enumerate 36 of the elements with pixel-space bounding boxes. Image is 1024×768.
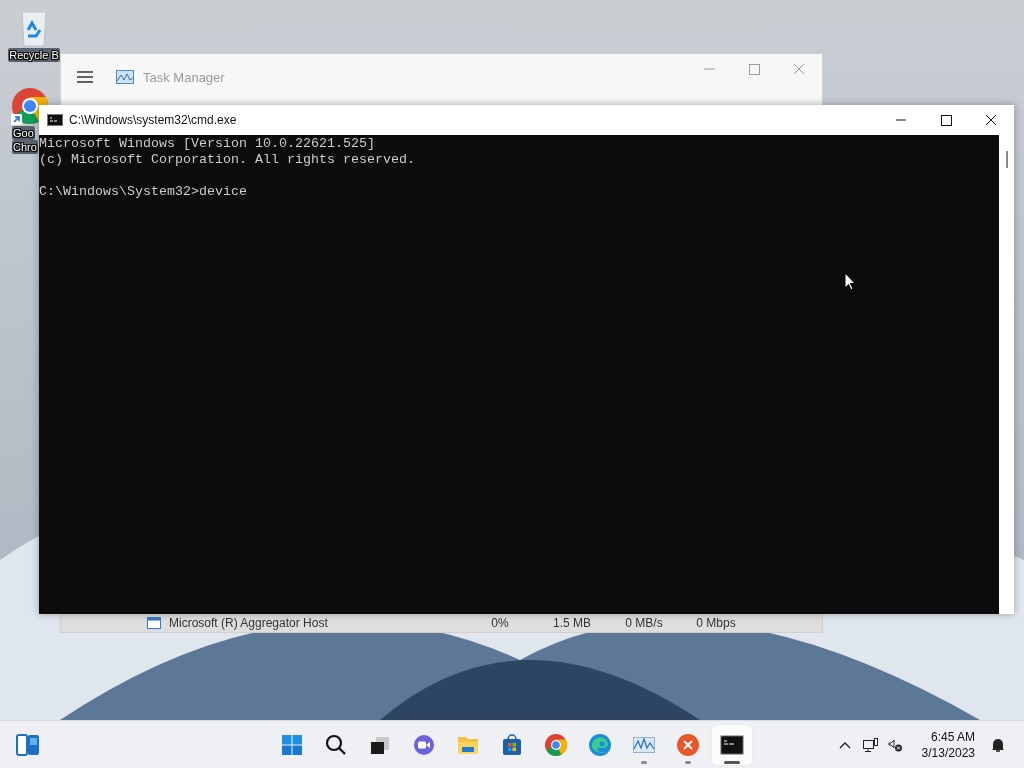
scroll-thumb[interactable] — [1006, 151, 1008, 168]
table-cell-text: 1.5 MB — [552, 615, 592, 630]
store-bag-icon — [500, 732, 524, 757]
terminal-icon — [720, 732, 744, 757]
clock-date: 3/13/2023 — [921, 744, 975, 761]
window-icon — [147, 616, 161, 629]
clock[interactable]: 6:45 AM 3/13/2023 — [921, 728, 975, 761]
mouse-pointer-icon — [844, 272, 856, 291]
table-cell-text: 0% — [490, 615, 510, 630]
icon-label: Chro — [12, 140, 38, 154]
chrome-icon — [544, 732, 568, 757]
table-cell-text: 0 MB/s — [624, 615, 664, 630]
terminal-icon — [47, 114, 63, 126]
icon-label: Recycle B — [8, 48, 60, 62]
clock-time: 6:45 AM — [930, 728, 975, 745]
search-icon — [324, 732, 348, 757]
console-output[interactable]: Microsoft Windows [Version 10.0.22621.525] (c) Microsoft Corporation. All rights reserved. C:\Windows\System32>device — [39, 135, 999, 614]
window-title: C:\Windows\system32\cmd.exe — [69, 113, 237, 127]
widgets-icon[interactable] — [16, 732, 40, 757]
running-indicator — [724, 760, 740, 764]
taskbar-button[interactable] — [712, 724, 752, 765]
notification-bell-icon[interactable] — [990, 736, 1006, 753]
table-cell-text: Microsoft (R) Aggregator Host — [169, 615, 329, 630]
chart-icon — [116, 70, 134, 84]
icon-label: Goo — [12, 126, 35, 140]
window-title: Task Manager — [143, 69, 225, 85]
scrollbar[interactable] — [999, 135, 1014, 614]
running-indicator — [685, 760, 691, 764]
table-cell-text: 0 Mbps — [695, 615, 737, 630]
edge-icon — [588, 732, 612, 757]
start-icon — [280, 732, 304, 757]
close-circle-icon — [676, 732, 700, 757]
network-icon[interactable] — [861, 736, 878, 753]
menu-icon[interactable] — [77, 71, 93, 83]
chat-icon — [412, 732, 436, 757]
running-indicator — [641, 760, 647, 764]
